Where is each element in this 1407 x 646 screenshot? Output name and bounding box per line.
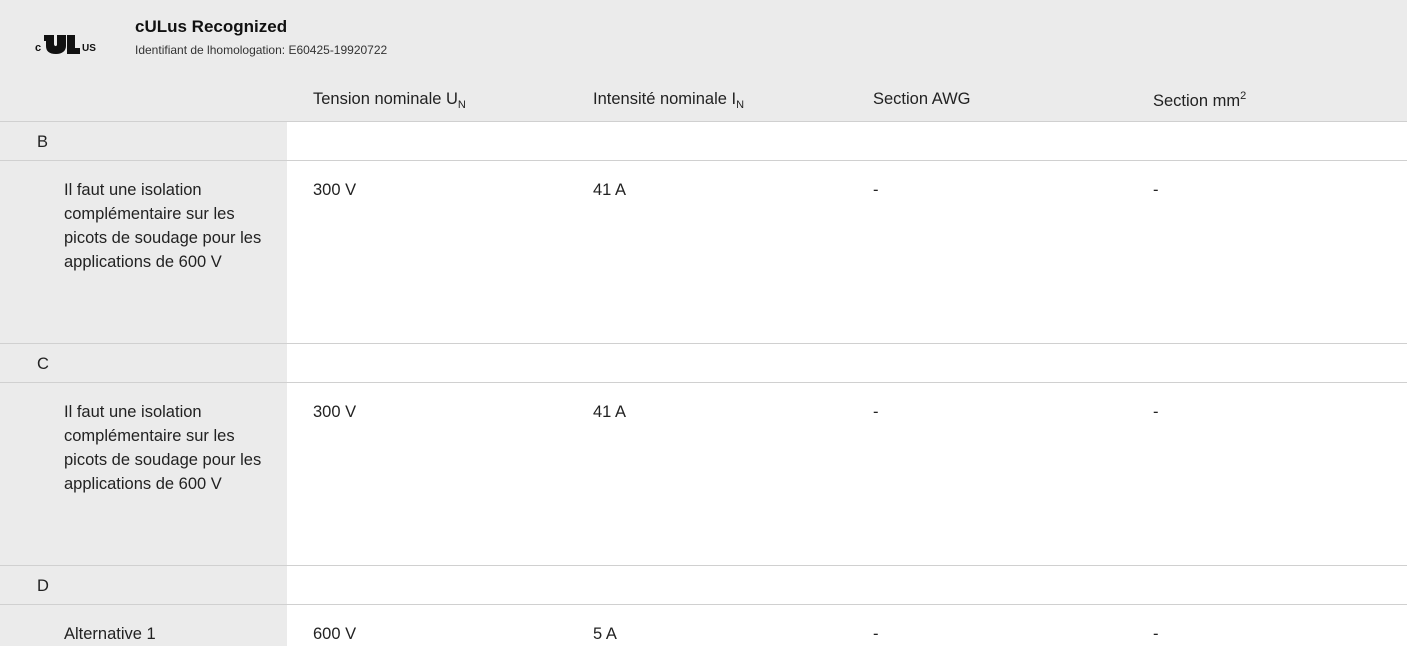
section-label: C — [0, 342, 287, 382]
awg-value: - — [847, 603, 1127, 646]
header-mm2: Section mm2 — [1153, 90, 1247, 110]
voltage-value: 300 V — [287, 381, 567, 565]
rating-table: Tension nominale UN Intensité nominale I… — [0, 80, 1407, 646]
row-label: Il faut une isolation complémentaire sur… — [0, 381, 287, 565]
row-label: Il faut une isolation complémentaire sur… — [0, 159, 287, 343]
row-label: Alternative 1 — [0, 603, 287, 646]
section-row-b: B — [0, 120, 1407, 160]
section-label: B — [0, 120, 287, 160]
mm2-value: - — [1127, 381, 1407, 565]
header-voltage: Tension nominale UN — [313, 90, 466, 111]
header-awg: Section AWG — [873, 90, 971, 108]
current-value: 41 A — [567, 381, 847, 565]
svg-text:US: US — [82, 43, 96, 54]
section-row-c: C — [0, 342, 1407, 382]
awg-value: - — [847, 381, 1127, 565]
section-label: D — [0, 564, 287, 604]
section-row-d: D — [0, 564, 1407, 604]
voltage-value: 600 V — [287, 603, 567, 646]
table-row: Il faut une isolation complémentaire sur… — [0, 381, 1407, 565]
table-row: Il faut une isolation complémentaire sur… — [0, 159, 1407, 343]
mm2-value: - — [1127, 603, 1407, 646]
voltage-value: 300 V — [287, 159, 567, 343]
table-row: Alternative 1 600 V 5 A - - — [0, 603, 1407, 646]
certificate-title: cULus Recognized — [135, 17, 288, 36]
awg-value: - — [847, 159, 1127, 343]
current-value: 41 A — [567, 159, 847, 343]
svg-text:c: c — [35, 42, 41, 54]
current-value: 5 A — [567, 603, 847, 646]
mm2-value: - — [1127, 159, 1407, 343]
certificate-id: Identifiant de lhomologation: E60425-199… — [135, 43, 388, 57]
table-header-row: Tension nominale UN Intensité nominale I… — [0, 80, 1407, 121]
ul-logo-icon: c US — [35, 35, 96, 54]
certificate-header: c US cULus Recognized Identifiant de lho… — [0, 0, 1407, 80]
header-current: Intensité nominale IN — [593, 90, 745, 111]
header-empty-cell — [0, 80, 287, 121]
